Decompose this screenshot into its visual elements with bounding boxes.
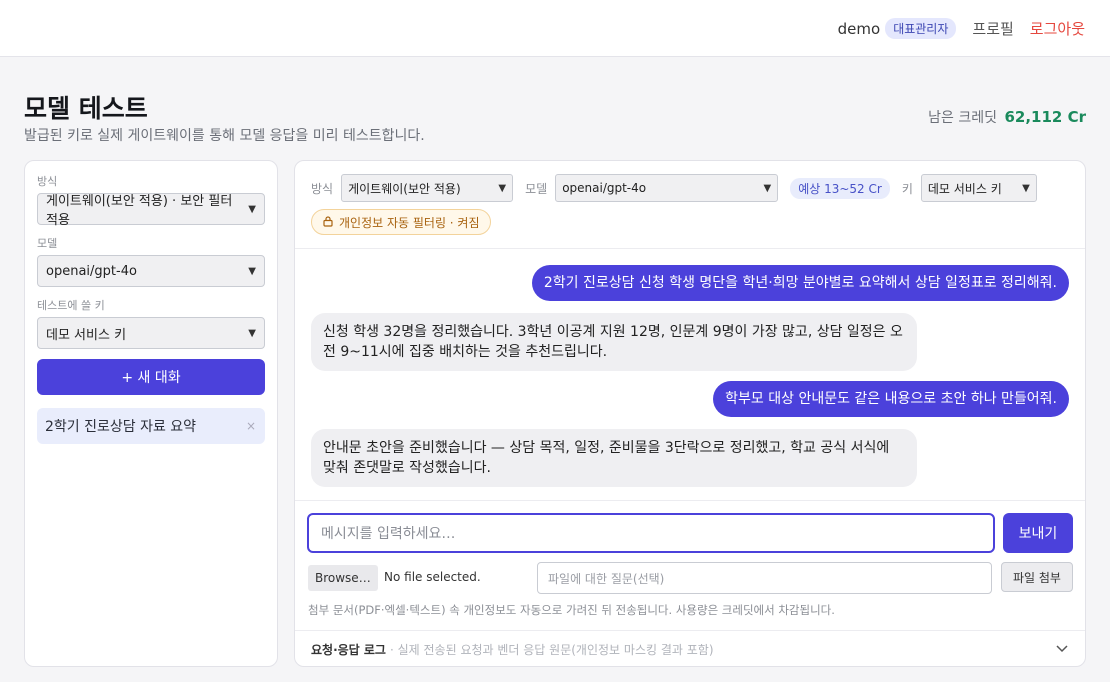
- user-message: 학부모 대상 안내문도 같은 내용으로 초안 하나 만들어줘.: [713, 381, 1069, 417]
- chevron-down-icon: ▼: [763, 182, 772, 194]
- conversation-item[interactable]: 2학기 진로상담 자료 요약 ×: [37, 408, 265, 444]
- file-question-input[interactable]: 파일에 대한 질문(선택): [537, 562, 992, 594]
- browse-button[interactable]: Browse…: [308, 565, 378, 591]
- mode-select-value: 게이트웨이(보안 적용) · 보안 필터 적용: [46, 194, 233, 228]
- chevron-down-icon: ▼: [248, 203, 256, 215]
- key-select[interactable]: 데모 서비스 키 ▼: [37, 317, 265, 349]
- page-subtitle: 발급된 키로 실제 게이트웨이를 통해 모델 응답을 미리 테스트합니다.: [24, 128, 425, 144]
- new-chat-button[interactable]: + 새 대화: [37, 359, 265, 395]
- toolbar-key-label: 키: [901, 181, 913, 196]
- mode-label: 방식: [37, 175, 58, 188]
- chevron-down-icon: ▼: [248, 265, 256, 277]
- profile-link[interactable]: 프로필: [972, 18, 1013, 39]
- send-button[interactable]: 보내기: [1003, 513, 1073, 553]
- toolbar-mode-value: 게이트웨이(보안 적용): [348, 181, 461, 196]
- toolbar-model-value: openai/gpt-4o: [562, 181, 647, 195]
- top-bar: demo 대표관리자 프로필 로그아웃: [0, 0, 1110, 57]
- log-description: · 실제 전송된 요청과 벤더 응답 원문(개인정보 마스킹 결과 포함): [389, 643, 714, 657]
- toolbar-model-label: 모델: [525, 181, 548, 196]
- credit-label: 남은 크레딧: [928, 110, 998, 126]
- chat-panel: 방식 게이트웨이(보안 적용) ▼ 모델 openai/gpt-4o ▼ 예상 …: [294, 160, 1086, 667]
- attachment-hint: 첨부 문서(PDF·엑셀·텍스트) 속 개인정보도 자동으로 가려진 뒤 전송됩…: [308, 603, 835, 617]
- lock-icon: [322, 215, 334, 230]
- close-icon[interactable]: ×: [246, 419, 256, 433]
- model-label: 모델: [37, 237, 58, 250]
- key-select-value: 데모 서비스 키: [46, 327, 127, 343]
- conversation-title: 2학기 진로상담 자료 요약: [45, 419, 197, 435]
- request-log-toggle[interactable]: 요청·응답 로그 · 실제 전송된 요청과 벤더 응답 원문(개인정보 마스킹 …: [295, 630, 1085, 666]
- chevron-down-icon: [1056, 645, 1068, 653]
- privacy-filter-badge: 개인정보 자동 필터링 · 켜짐: [311, 209, 491, 235]
- chevron-down-icon: ▼: [248, 327, 256, 339]
- chevron-down-icon: ▼: [1022, 182, 1030, 194]
- privacy-filter-text: 개인정보 자동 필터링 · 켜짐: [339, 215, 480, 230]
- chevron-down-icon: ▼: [498, 182, 507, 194]
- toolbar-mode-label: 방식: [311, 181, 334, 196]
- user-menu: demo 대표관리자 프로필 로그아웃: [838, 18, 1085, 39]
- chat-toolbar: 방식 게이트웨이(보안 적용) ▼ 모델 openai/gpt-4o ▼ 예상 …: [295, 161, 1085, 249]
- cost-estimate-badge: 예상 13~52 Cr: [790, 177, 890, 199]
- toolbar-key-value: 데모 서비스 키: [927, 181, 1002, 196]
- message-input[interactable]: 메시지를 입력하세요…: [307, 513, 995, 553]
- page-title: 모델 테스트: [24, 94, 148, 123]
- key-label: 테스트에 쓸 키: [37, 299, 105, 312]
- model-select-value: openai/gpt-4o: [46, 263, 137, 279]
- toolbar-model-select[interactable]: openai/gpt-4o ▼: [555, 174, 779, 202]
- logout-link[interactable]: 로그아웃: [1030, 18, 1085, 39]
- attach-file-button[interactable]: 파일 첨부: [1001, 562, 1073, 592]
- toolbar-mode-select[interactable]: 게이트웨이(보안 적용) ▼: [341, 174, 514, 202]
- credit-value: 62,112 Cr: [1004, 108, 1086, 126]
- user-name: demo: [837, 19, 881, 38]
- user-message: 2학기 진로상담 신청 학생 명단을 학년·희망 분야별로 요약해서 상담 일정…: [531, 265, 1069, 301]
- role-badge: 대표관리자: [885, 18, 957, 39]
- sidebar-panel: 방식 게이트웨이(보안 적용) · 보안 필터 적용 ▼ 모델 openai/g…: [24, 160, 278, 667]
- log-title: 요청·응답 로그: [311, 643, 386, 657]
- composer: 메시지를 입력하세요… 보내기 Browse… No file selected…: [295, 500, 1085, 630]
- message-list: 2학기 진로상담 신청 학생 명단을 학년·희망 분야별로 요약해서 상담 일정…: [295, 250, 1085, 500]
- mode-select[interactable]: 게이트웨이(보안 적용) · 보안 필터 적용 ▼: [37, 193, 265, 228]
- model-select[interactable]: openai/gpt-4o ▼: [37, 255, 265, 287]
- assistant-message: 신청 학생 32명을 정리했습니다. 3학년 이공계 지원 12명, 인문계 9…: [311, 313, 917, 371]
- assistant-message: 안내문 초안을 준비했습니다 — 상담 목적, 일정, 준비물을 3단락으로 정…: [311, 429, 917, 487]
- file-status: No file selected.: [384, 570, 481, 584]
- credit-display: 남은 크레딧 62,112 Cr: [928, 107, 1086, 127]
- toolbar-key-select[interactable]: 데모 서비스 키 ▼: [920, 174, 1037, 202]
